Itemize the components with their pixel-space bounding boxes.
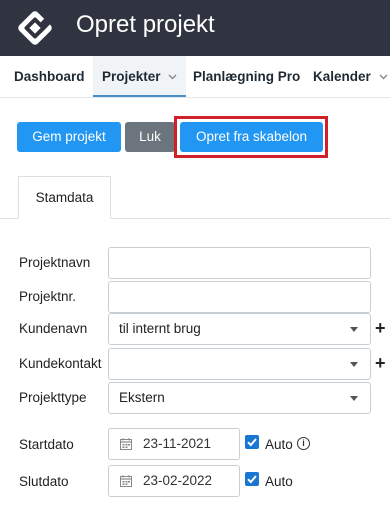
checkmark-icon <box>247 438 257 447</box>
start-date-label: Startdato <box>19 437 74 452</box>
nav-kalender-label: Kalender <box>313 69 371 84</box>
checkmark-icon <box>247 475 257 484</box>
nav-projekter-label: Projekter <box>102 69 161 84</box>
start-date-value: 23-11-2021 <box>143 436 212 451</box>
nav-dashboard[interactable]: Dashboard <box>14 56 85 97</box>
start-auto-checkbox[interactable] <box>245 435 259 449</box>
nav-planlaegning-pro[interactable]: Planlægning Pro <box>193 56 300 97</box>
dropdown-caret-icon <box>350 396 358 401</box>
tab-stamdata[interactable]: Stamdata <box>18 176 111 219</box>
dropdown-caret-icon <box>350 327 358 332</box>
app-header: Opret projekt <box>0 0 390 56</box>
nav-kalender[interactable]: Kalender <box>313 56 388 97</box>
dropdown-caret-icon <box>350 362 358 367</box>
start-auto-label: Auto <box>265 437 293 452</box>
contact-select[interactable] <box>108 348 371 380</box>
customer-label: Kundenavn <box>19 321 88 336</box>
nav-projekter[interactable]: Projekter <box>93 56 187 97</box>
customer-select-value: til internt brug <box>119 321 201 336</box>
close-button[interactable]: Luk <box>125 122 175 152</box>
calendar-icon <box>120 438 132 450</box>
calendar-icon <box>120 475 132 487</box>
main-nav: Dashboard Projekter Planlægning Pro Kale… <box>0 56 390 98</box>
end-auto-label: Auto <box>265 474 293 489</box>
chevron-down-icon <box>168 74 177 80</box>
end-date-input[interactable]: 23-02-2022 <box>108 465 240 497</box>
page-title: Opret projekt <box>76 11 215 38</box>
project-number-label: Projektnr. <box>19 289 77 304</box>
add-customer-button[interactable]: + <box>375 318 386 338</box>
add-contact-button[interactable]: + <box>375 353 386 373</box>
start-date-input[interactable]: 23-11-2021 <box>108 428 240 460</box>
project-number-input[interactable] <box>108 281 371 313</box>
highlight-box <box>174 116 328 158</box>
end-auto-checkbox[interactable] <box>245 472 259 486</box>
project-type-select-value: Ekstern <box>119 390 165 405</box>
chevron-down-icon <box>379 74 388 80</box>
save-button[interactable]: Gem projekt <box>17 122 121 152</box>
project-type-label: Projekttype <box>19 390 87 405</box>
project-type-select[interactable]: Ekstern <box>108 382 371 414</box>
customer-select[interactable]: til internt brug <box>108 313 371 345</box>
project-name-input[interactable] <box>108 247 371 279</box>
end-date-label: Slutdato <box>19 474 69 489</box>
end-date-value: 23-02-2022 <box>143 473 213 488</box>
project-name-label: Projektnavn <box>19 255 91 270</box>
contact-label: Kundekontakt <box>19 356 102 371</box>
info-icon[interactable]: i <box>297 437 310 450</box>
app-logo-icon[interactable] <box>14 7 56 49</box>
